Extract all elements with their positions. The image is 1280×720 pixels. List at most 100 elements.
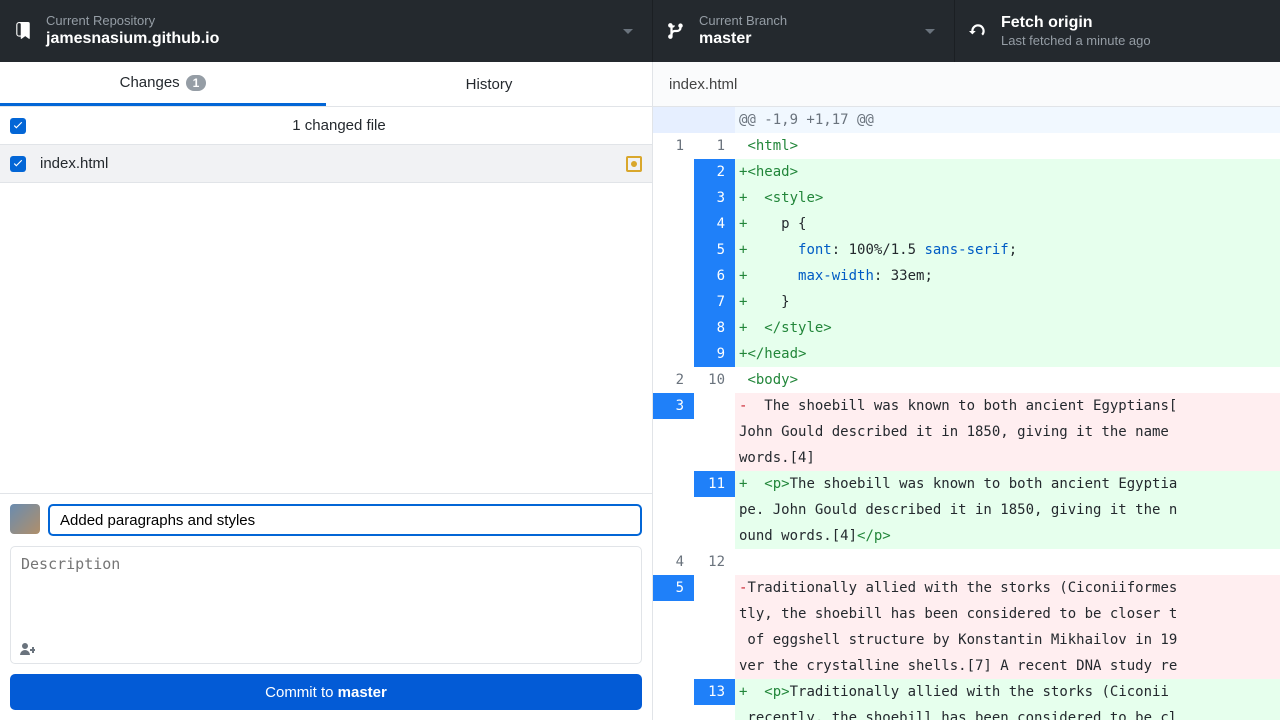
- diff-line[interactable]: 3+ <style>: [653, 185, 1280, 211]
- add-coauthor-icon[interactable]: [19, 641, 35, 657]
- branch-name: master: [699, 29, 787, 49]
- branch-icon: [667, 22, 685, 40]
- tabs: Changes 1 History: [0, 62, 652, 107]
- diff-line-content: + <p>Traditionally allied with the stork…: [735, 679, 1280, 705]
- old-line-number: 1: [653, 133, 694, 159]
- new-line-number: 4: [694, 211, 735, 237]
- tab-history-label: History: [466, 76, 513, 93]
- commit-button[interactable]: Commit to master: [10, 674, 642, 710]
- description-input[interactable]: [11, 547, 641, 639]
- diff-line[interactable]: ound words.[4]</p>: [653, 523, 1280, 549]
- diff-line-content: ound words.[4]</p>: [735, 523, 1280, 549]
- diff-line-content: of eggshell structure by Konstantin Mikh…: [735, 627, 1280, 653]
- diff-line[interactable]: 11+ <p>The shoebill was known to both an…: [653, 471, 1280, 497]
- left-panel: Changes 1 History 1 changed file index.h…: [0, 62, 653, 720]
- repo-selector[interactable]: Current Repository jamesnasium.github.io: [0, 0, 653, 62]
- diff-line[interactable]: 3- The shoebill was known to both ancien…: [653, 393, 1280, 419]
- old-line-number: [653, 419, 694, 445]
- changes-count-badge: 1: [186, 75, 207, 91]
- new-line-number: [694, 107, 735, 133]
- diff-line[interactable]: 8+ </style>: [653, 315, 1280, 341]
- new-line-number: 1: [694, 133, 735, 159]
- new-line-number: [694, 445, 735, 471]
- new-line-number: 8: [694, 315, 735, 341]
- branch-selector[interactable]: Current Branch master: [653, 0, 955, 62]
- diff-panel: index.html @@ -1,9 +1,17 @@11 <html>2+<h…: [653, 62, 1280, 720]
- diff-line-content: + p {: [735, 211, 1280, 237]
- diff-line[interactable]: of eggshell structure by Konstantin Mikh…: [653, 627, 1280, 653]
- diff-line-content: tly, the shoebill has been considered to…: [735, 601, 1280, 627]
- tab-changes-label: Changes: [120, 74, 180, 91]
- diff-line[interactable]: pe. John Gould described it in 1850, giv…: [653, 497, 1280, 523]
- new-line-number: 13: [694, 679, 735, 705]
- diff-line-content: + max-width: 33em;: [735, 263, 1280, 289]
- old-line-number: [653, 289, 694, 315]
- summary-input[interactable]: [48, 504, 642, 536]
- diff-line[interactable]: words.[4]: [653, 445, 1280, 471]
- diff-line-content: ver the crystalline shells.[7] A recent …: [735, 653, 1280, 679]
- diff-line[interactable]: 2+<head>: [653, 159, 1280, 185]
- old-line-number: 3: [653, 393, 694, 419]
- old-line-number: [653, 341, 694, 367]
- diff-line[interactable]: John Gould described it in 1850, giving …: [653, 419, 1280, 445]
- repo-name: jamesnasium.github.io: [46, 29, 219, 49]
- diff-line-content: + font: 100%/1.5 sans-serif;: [735, 237, 1280, 263]
- diff-line[interactable]: 13+ <p>Traditionally allied with the sto…: [653, 679, 1280, 705]
- new-line-number: 6: [694, 263, 735, 289]
- new-line-number: [694, 419, 735, 445]
- new-line-number: [694, 393, 735, 419]
- branch-label: Current Branch: [699, 13, 787, 29]
- repo-label: Current Repository: [46, 13, 219, 29]
- old-line-number: [653, 159, 694, 185]
- select-all-checkbox[interactable]: [10, 118, 26, 134]
- new-line-number: 10: [694, 367, 735, 393]
- diff-line[interactable]: 7+ }: [653, 289, 1280, 315]
- repo-icon: [14, 22, 32, 40]
- diff-line-content: <body>: [735, 367, 1280, 393]
- new-line-number: [694, 497, 735, 523]
- new-line-number: [694, 705, 735, 720]
- diff-line-content: @@ -1,9 +1,17 @@: [735, 107, 1280, 133]
- diff-line[interactable]: @@ -1,9 +1,17 @@: [653, 107, 1280, 133]
- diff-line[interactable]: tly, the shoebill has been considered to…: [653, 601, 1280, 627]
- old-line-number: [653, 185, 694, 211]
- old-line-number: [653, 107, 694, 133]
- file-checkbox[interactable]: [10, 156, 26, 172]
- diff-line[interactable]: 210 <body>: [653, 367, 1280, 393]
- diff-line[interactable]: 412: [653, 549, 1280, 575]
- diff-line[interactable]: ver the crystalline shells.[7] A recent …: [653, 653, 1280, 679]
- diff-line-content: + }: [735, 289, 1280, 315]
- old-line-number: 4: [653, 549, 694, 575]
- old-line-number: [653, 315, 694, 341]
- diff-line-content: <html>: [735, 133, 1280, 159]
- file-name: index.html: [36, 155, 626, 172]
- diff-view[interactable]: @@ -1,9 +1,17 @@11 <html>2+<head>3+ <sty…: [653, 107, 1280, 720]
- diff-line[interactable]: 11 <html>: [653, 133, 1280, 159]
- new-line-number: 11: [694, 471, 735, 497]
- new-line-number: 3: [694, 185, 735, 211]
- new-line-number: 12: [694, 549, 735, 575]
- diff-line[interactable]: 5+ font: 100%/1.5 sans-serif;: [653, 237, 1280, 263]
- diff-line-content: pe. John Gould described it in 1850, giv…: [735, 497, 1280, 523]
- diff-line[interactable]: 4+ p {: [653, 211, 1280, 237]
- fetch-button[interactable]: Fetch origin Last fetched a minute ago: [955, 0, 1280, 62]
- tab-history[interactable]: History: [326, 62, 652, 106]
- old-line-number: [653, 679, 694, 705]
- diff-line-content: + <style>: [735, 185, 1280, 211]
- old-line-number: [653, 497, 694, 523]
- diff-line[interactable]: 9+</head>: [653, 341, 1280, 367]
- old-line-number: [653, 237, 694, 263]
- file-row[interactable]: index.html: [0, 145, 652, 183]
- old-line-number: [653, 263, 694, 289]
- modified-icon: [626, 156, 642, 172]
- diff-line[interactable]: 6+ max-width: 33em;: [653, 263, 1280, 289]
- old-line-number: [653, 601, 694, 627]
- diff-line-content: words.[4]: [735, 445, 1280, 471]
- diff-line[interactable]: recently, the shoebill has been consider…: [653, 705, 1280, 720]
- diff-line-content: +</head>: [735, 341, 1280, 367]
- new-line-number: [694, 653, 735, 679]
- diff-line[interactable]: 5-Traditionally allied with the storks (…: [653, 575, 1280, 601]
- tab-changes[interactable]: Changes 1: [0, 62, 326, 106]
- new-line-number: [694, 601, 735, 627]
- changed-file-count: 1 changed file: [36, 117, 642, 134]
